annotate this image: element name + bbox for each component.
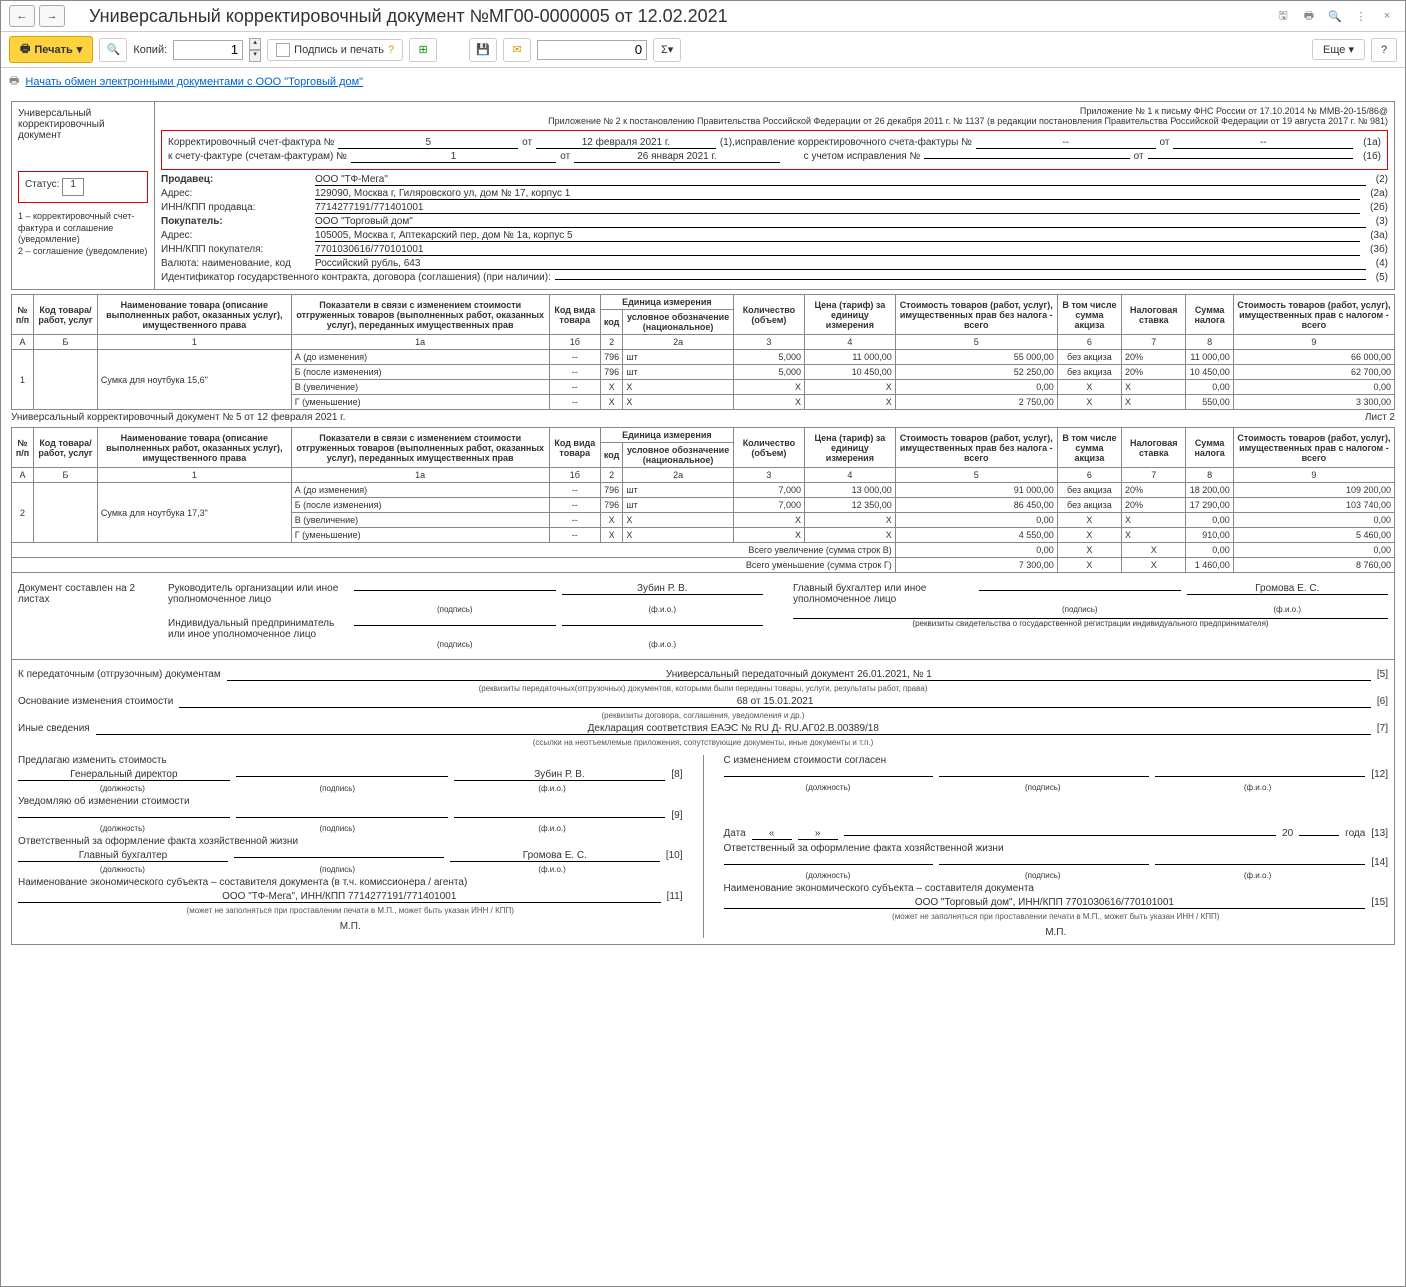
chevron-down-icon: ▾ [77, 43, 83, 56]
note-2: Приложение № 2 к постановлению Правитель… [161, 116, 1388, 126]
disk-button[interactable]: 💾 [469, 38, 497, 62]
sigma-button[interactable]: Σ▾ [653, 38, 681, 62]
status-value: 1 [62, 178, 84, 196]
status-legend: 1 – корректировочный счет-фактура и согл… [18, 211, 148, 258]
mail-button[interactable]: ✉ [503, 38, 531, 62]
help-button[interactable]: ? [1371, 38, 1397, 62]
print-icon[interactable]: 🖶 [1299, 6, 1319, 26]
nav-back-button[interactable]: ← [9, 5, 35, 27]
doc-type-label: Универсальный корректировочный документ [18, 108, 148, 141]
pin-icon[interactable]: ⋮ [1351, 6, 1371, 26]
preview-icon[interactable]: 🔍 [1325, 6, 1345, 26]
note-1: Приложение № 1 к письму ФНС России от 17… [161, 106, 1388, 116]
status-box: Статус: 1 [18, 171, 148, 203]
save-icon[interactable]: 🖫 [1273, 6, 1293, 26]
copies-input[interactable] [173, 40, 243, 60]
bottom-section: К передаточным (отгрузочным) документамУ… [11, 660, 1395, 945]
more-button[interactable]: Еще ▾ [1312, 39, 1365, 60]
nav-forward-button[interactable]: → [39, 5, 65, 27]
printer-icon: 🖶 [20, 40, 30, 59]
print-button[interactable]: 🖶 Печать ▾ [9, 36, 93, 63]
sign-checkbox[interactable] [276, 43, 290, 57]
copies-label: Копий: [133, 44, 167, 56]
preview-button[interactable]: 🔍 [99, 38, 127, 62]
items-table-1: № п/пКод товара/ работ, услуг Наименован… [11, 294, 1395, 410]
copies-down[interactable]: ▾ [249, 50, 261, 62]
items-table-2: № п/пКод товара/ работ, услуг Наименован… [11, 427, 1395, 573]
close-icon[interactable]: × [1377, 6, 1397, 26]
sum-input[interactable] [537, 40, 647, 60]
edo-link[interactable]: Начать обмен электронными документами с … [25, 76, 363, 88]
copies-up[interactable]: ▴ [249, 38, 261, 50]
excel-button[interactable]: ⊞ [409, 38, 437, 62]
window-title: Универсальный корректировочный документ … [89, 6, 1267, 27]
signatures-section: Документ составлен на 2 листах Руководит… [11, 573, 1395, 660]
invoice-header-box: Корректировочный счет-фактура № 5 от 12 … [161, 130, 1388, 170]
edo-icon: 🖶 [9, 72, 19, 91]
sign-button[interactable]: Подпись и печать ? [267, 39, 403, 61]
help-small-icon: ? [388, 44, 394, 56]
